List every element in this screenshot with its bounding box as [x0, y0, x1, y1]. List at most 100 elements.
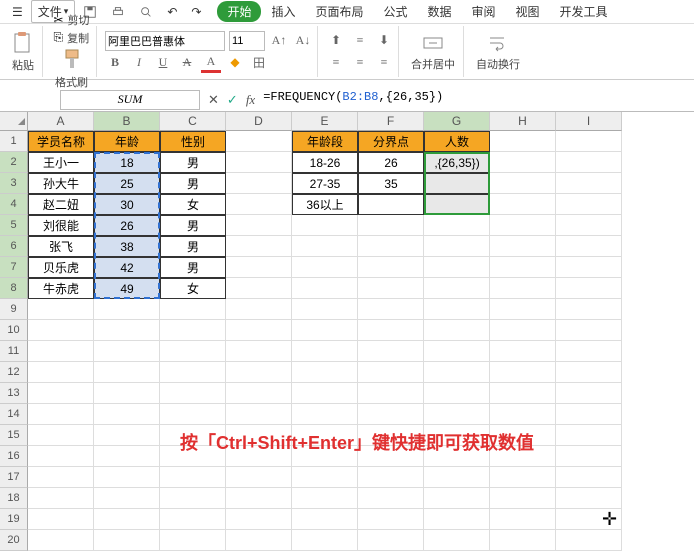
row-header-6[interactable]: 6	[0, 236, 28, 257]
cell-F19[interactable]	[358, 509, 424, 530]
cell-H9[interactable]	[490, 299, 556, 320]
cell-C11[interactable]	[160, 341, 226, 362]
cell-E10[interactable]	[292, 320, 358, 341]
cell-E5[interactable]	[292, 215, 358, 236]
cell-A5[interactable]: 刘很能	[28, 215, 94, 236]
cell-B5[interactable]: 26	[94, 215, 160, 236]
cell-C17[interactable]	[160, 467, 226, 488]
col-header-I[interactable]: I	[556, 112, 622, 131]
row-header-15[interactable]: 15	[0, 425, 28, 446]
cell-G14[interactable]	[424, 404, 490, 425]
cell-D6[interactable]	[226, 236, 292, 257]
borders-button[interactable]: 田	[249, 53, 269, 73]
cell-D4[interactable]	[226, 194, 292, 215]
formula-input[interactable]: =FREQUENCY(B2:B8,{26,35})	[263, 90, 694, 110]
cell-D5[interactable]	[226, 215, 292, 236]
cell-I4[interactable]	[556, 194, 622, 215]
cell-I14[interactable]	[556, 404, 622, 425]
cell-C14[interactable]	[160, 404, 226, 425]
cell-A12[interactable]	[28, 362, 94, 383]
merge-center-button[interactable]: 合并居中	[407, 30, 459, 74]
cell-B14[interactable]	[94, 404, 160, 425]
font-size-select[interactable]	[229, 31, 265, 51]
cell-E17[interactable]	[292, 467, 358, 488]
cell-F7[interactable]	[358, 257, 424, 278]
row-header-11[interactable]: 11	[0, 341, 28, 362]
cell-C8[interactable]: 女	[160, 278, 226, 299]
cell-F13[interactable]	[358, 383, 424, 404]
cell-F9[interactable]	[358, 299, 424, 320]
cell-E2[interactable]: 18-26	[292, 152, 358, 173]
cell-I1[interactable]	[556, 131, 622, 152]
cell-B3[interactable]: 25	[94, 173, 160, 194]
cell-H6[interactable]	[490, 236, 556, 257]
cell-A10[interactable]	[28, 320, 94, 341]
col-header-D[interactable]: D	[226, 112, 292, 131]
cell-B8[interactable]: 49	[94, 278, 160, 299]
cell-D8[interactable]	[226, 278, 292, 299]
cell-I13[interactable]	[556, 383, 622, 404]
cell-I8[interactable]	[556, 278, 622, 299]
cell-H17[interactable]	[490, 467, 556, 488]
cell-I9[interactable]	[556, 299, 622, 320]
cell-I17[interactable]	[556, 467, 622, 488]
cell-I2[interactable]	[556, 152, 622, 173]
cell-B11[interactable]	[94, 341, 160, 362]
row-headers[interactable]: 1234567891011121314151617181920	[0, 131, 28, 551]
row-header-3[interactable]: 3	[0, 173, 28, 194]
cell-H2[interactable]	[490, 152, 556, 173]
cell-E4[interactable]: 36以上	[292, 194, 358, 215]
select-all-corner[interactable]	[0, 112, 28, 131]
cell-G10[interactable]	[424, 320, 490, 341]
cell-A16[interactable]	[28, 446, 94, 467]
col-headers[interactable]: ABCDEFGHI	[28, 112, 694, 131]
align-right-button[interactable]: ≡	[374, 53, 394, 73]
cell-D17[interactable]	[226, 467, 292, 488]
row-header-7[interactable]: 7	[0, 257, 28, 278]
cell-H10[interactable]	[490, 320, 556, 341]
cell-B19[interactable]	[94, 509, 160, 530]
cell-C3[interactable]: 男	[160, 173, 226, 194]
cell-A6[interactable]: 张飞	[28, 236, 94, 257]
cell-G1[interactable]: 人数	[424, 131, 490, 152]
qat-preview-icon[interactable]	[133, 3, 159, 21]
qat-redo-icon[interactable]: ↷	[185, 3, 207, 21]
cell-B10[interactable]	[94, 320, 160, 341]
cell-C1[interactable]: 性别	[160, 131, 226, 152]
cell-G11[interactable]	[424, 341, 490, 362]
cell-C18[interactable]	[160, 488, 226, 509]
row-header-4[interactable]: 4	[0, 194, 28, 215]
shrink-font-button[interactable]: A↓	[293, 31, 313, 51]
font-color-button[interactable]: A	[201, 53, 221, 73]
cell-I16[interactable]	[556, 446, 622, 467]
cell-D7[interactable]	[226, 257, 292, 278]
cell-A7[interactable]: 贝乐虎	[28, 257, 94, 278]
cell-C6[interactable]: 男	[160, 236, 226, 257]
row-header-12[interactable]: 12	[0, 362, 28, 383]
cell-H12[interactable]	[490, 362, 556, 383]
col-header-G[interactable]: G	[424, 112, 490, 131]
cell-E3[interactable]: 27-35	[292, 173, 358, 194]
cell-A11[interactable]	[28, 341, 94, 362]
cell-G13[interactable]	[424, 383, 490, 404]
col-header-A[interactable]: A	[28, 112, 94, 131]
cell-F3[interactable]: 35	[358, 173, 424, 194]
cell-F18[interactable]	[358, 488, 424, 509]
cell-D3[interactable]	[226, 173, 292, 194]
cell-G4[interactable]	[424, 194, 490, 215]
cell-B15[interactable]	[94, 425, 160, 446]
cell-E19[interactable]	[292, 509, 358, 530]
cell-F17[interactable]	[358, 467, 424, 488]
cell-D19[interactable]	[226, 509, 292, 530]
cells-area[interactable]: 学员名称年龄性别年龄段分界点人数王小一18男18-2626,{26,35})孙大…	[28, 131, 694, 551]
row-header-19[interactable]: 19	[0, 509, 28, 530]
col-header-C[interactable]: C	[160, 112, 226, 131]
cell-F2[interactable]: 26	[358, 152, 424, 173]
wrap-text-button[interactable]: 自动换行	[472, 30, 524, 74]
tab-视图[interactable]: 视图	[506, 1, 550, 22]
fx-icon[interactable]: fx	[246, 92, 255, 108]
align-top-button[interactable]: ⬆	[326, 31, 346, 51]
format-painter-button[interactable]: 格式刷	[51, 46, 92, 92]
align-left-button[interactable]: ≡	[326, 53, 346, 73]
row-header-2[interactable]: 2	[0, 152, 28, 173]
